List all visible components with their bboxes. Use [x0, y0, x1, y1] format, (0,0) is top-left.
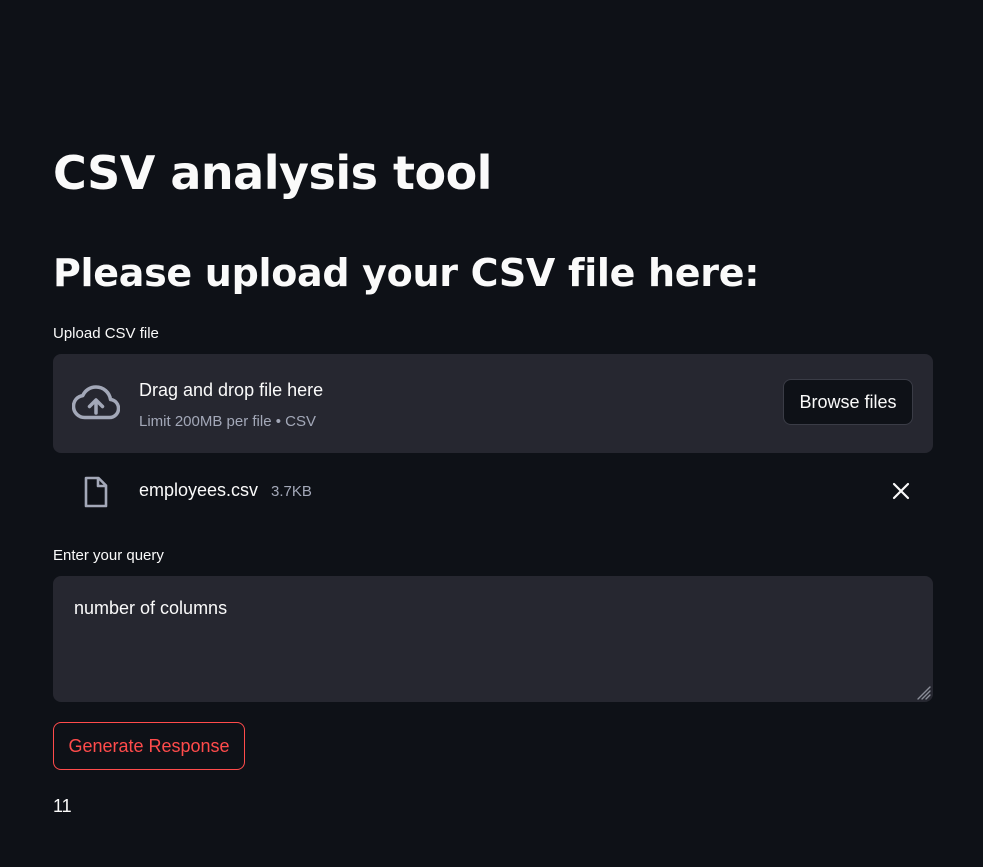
query-label: Enter your query	[53, 547, 164, 564]
uploaded-file-name: employees.csv	[139, 480, 259, 500]
response-output: 11	[53, 796, 72, 816]
upload-label: Upload CSV file	[53, 325, 159, 342]
generate-response-button[interactable]: Generate Response	[53, 722, 245, 770]
dropzone-title: Drag and drop file here	[139, 380, 324, 400]
cloud-upload-icon	[72, 385, 120, 420]
resize-handle-icon[interactable]	[913, 682, 931, 700]
query-textarea[interactable]	[53, 576, 933, 702]
page-title: CSV analysis tool	[53, 146, 492, 200]
file-dropzone[interactable]: Drag and drop file here Limit 200MB per …	[53, 354, 933, 453]
dropzone-limit-text: Limit 200MB per file • CSV	[139, 413, 316, 430]
uploaded-file-item: employees.csv 3.7KB	[53, 470, 933, 512]
file-icon	[84, 476, 108, 508]
upload-heading: Please upload your CSV file here:	[53, 251, 760, 295]
uploaded-file-size: 3.7KB	[271, 483, 312, 500]
browse-files-button[interactable]: Browse files	[783, 379, 913, 425]
close-icon[interactable]	[891, 481, 911, 501]
